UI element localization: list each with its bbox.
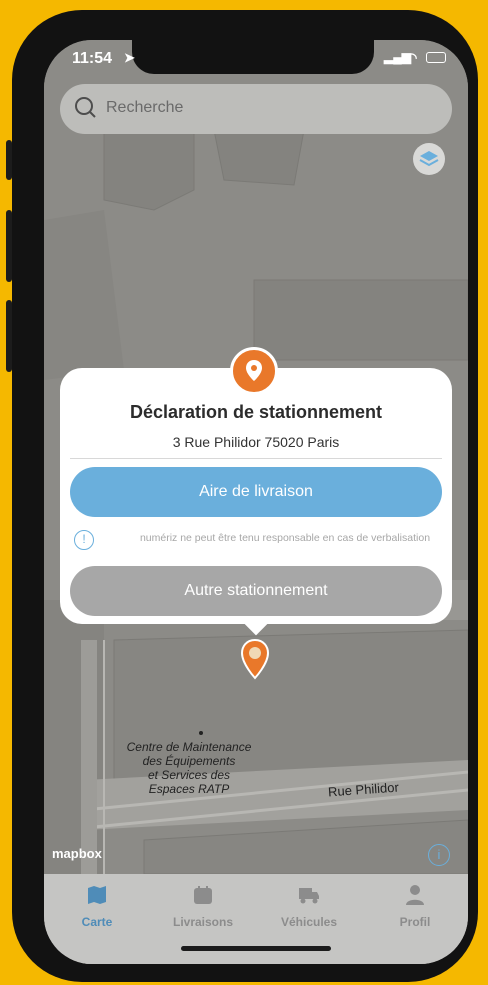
poi-label: Centre de Maintenance des Équipements et S… xyxy=(126,740,252,796)
tab-label: Profil xyxy=(399,915,431,929)
layers-button[interactable] xyxy=(413,143,445,175)
mapbox-logo: mapbox xyxy=(52,846,102,861)
truck-icon xyxy=(299,888,319,904)
parking-declaration-card: Déclaration de stationnement 3 Rue Phili… xyxy=(60,368,452,624)
calendar-icon xyxy=(194,886,212,904)
tab-label: Carte xyxy=(81,915,113,929)
other-parking-button[interactable]: Autre stationnement xyxy=(70,566,442,616)
card-address: 3 Rue Philidor 75020 Paris xyxy=(172,434,340,450)
user-icon xyxy=(406,885,424,905)
search-icon xyxy=(75,97,96,118)
home-indicator xyxy=(181,946,331,951)
tab-label: Véhicules xyxy=(280,915,338,929)
info-button[interactable]: i xyxy=(428,844,450,866)
location-marker-icon xyxy=(230,347,278,395)
tab-profil[interactable]: Profil xyxy=(362,884,468,929)
layers-icon xyxy=(419,151,439,167)
tab-livraisons[interactable]: Livraisons xyxy=(150,884,256,929)
map-icon xyxy=(88,886,106,904)
search-bar[interactable]: Recherche xyxy=(60,84,452,134)
wifi-icon: ◠ xyxy=(406,50,418,65)
card-title: Déclaration de stationnement xyxy=(129,402,383,422)
delivery-area-button[interactable]: Aire de livraison xyxy=(70,467,442,517)
tab-vehicules[interactable]: Véhicules xyxy=(256,884,362,929)
notch xyxy=(132,40,374,74)
search-input[interactable]: Recherche xyxy=(106,99,183,117)
info-icon: ! xyxy=(74,530,94,550)
divider xyxy=(70,458,442,459)
location-arrow-icon: ➤ xyxy=(124,50,135,65)
tab-carte[interactable]: Carte xyxy=(44,884,150,929)
tab-label: Livraisons xyxy=(172,915,234,929)
side-button xyxy=(6,210,12,282)
location-pin-icon[interactable] xyxy=(240,638,270,680)
side-button xyxy=(6,300,12,372)
disclaimer-text: numériz ne peut être tenu responsable en… xyxy=(139,532,431,544)
battery-icon xyxy=(426,52,446,63)
status-time: 11:54 xyxy=(72,50,113,67)
screen: 11:54 ➤ ▂▄▆ ◠ Recherche Centre de Mainte… xyxy=(44,40,468,964)
side-button xyxy=(6,140,12,180)
